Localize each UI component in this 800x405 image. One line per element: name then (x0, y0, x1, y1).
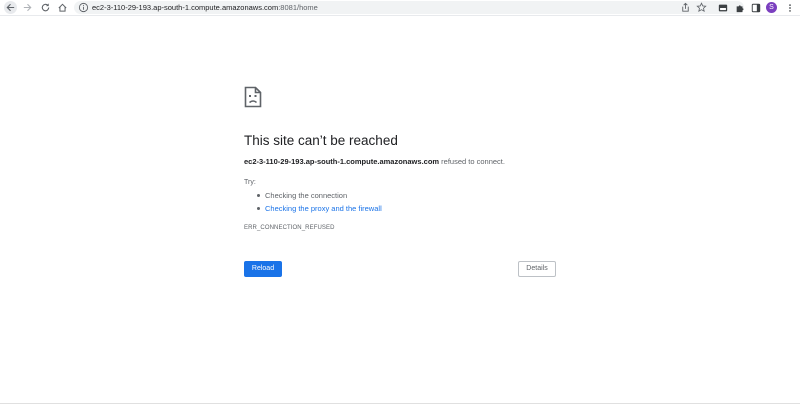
reload-icon[interactable] (39, 1, 52, 14)
error-description: ec2-3-110-29-193.ap-south-1.compute.amaz… (244, 157, 505, 166)
window-bottom-border (0, 403, 800, 404)
info-icon[interactable] (78, 2, 89, 13)
url-path: :8081/home (278, 3, 318, 12)
error-host: ec2-3-110-29-193.ap-south-1.compute.amaz… (244, 157, 440, 166)
details-button[interactable]: Details (518, 261, 556, 277)
menu-icon[interactable] (783, 1, 796, 14)
try-label: Try: (244, 179, 256, 186)
reload-button[interactable]: Reload (244, 261, 282, 277)
suggestion-list: Checking the connection Checking the pro… (256, 191, 382, 217)
url-text[interactable]: ec2-3-110-29-193.ap-south-1.compute.amaz… (92, 1, 318, 14)
share-icon[interactable] (680, 2, 691, 13)
sad-document-icon (244, 86, 262, 108)
star-icon[interactable] (696, 2, 707, 13)
puzzle-icon[interactable] (733, 1, 746, 14)
error-code: ERR_CONNECTION_REFUSED (244, 225, 335, 231)
forward-icon[interactable] (21, 1, 34, 14)
back-icon[interactable] (4, 1, 17, 14)
url-host: ec2-3-110-29-193.ap-south-1.compute.amaz… (92, 3, 279, 12)
address-bar[interactable]: ec2-3-110-29-193.ap-south-1.compute.amaz… (74, 1, 744, 14)
profile-avatar[interactable]: S (766, 2, 777, 13)
extension-icon[interactable] (716, 1, 729, 14)
suggestion-check-proxy-link[interactable]: Checking the proxy and the firewall (256, 204, 382, 217)
suggestion-check-connection: Checking the connection (256, 191, 382, 204)
error-message: refused to connect. (439, 157, 505, 166)
home-icon[interactable] (56, 1, 69, 14)
browser-toolbar: ec2-3-110-29-193.ap-south-1.compute.amaz… (0, 0, 800, 16)
error-title: This site can’t be reached (244, 133, 398, 148)
side-panel-icon[interactable] (749, 1, 762, 14)
